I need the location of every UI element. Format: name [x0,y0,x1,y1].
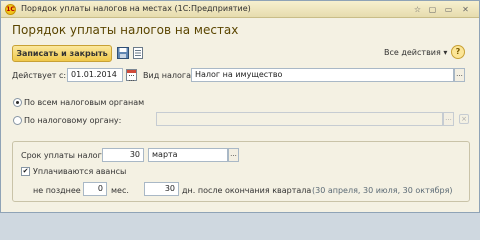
months-field[interactable]: 0 [83,182,107,196]
days-label: дн. после окончания квартала [182,186,312,195]
close-icon[interactable]: ✕ [460,4,471,15]
effective-date-label: Действует с: [12,71,67,80]
month-select-button[interactable]: ... [228,148,239,162]
radio-all-authorities-label: По всем налоговым органам [24,98,145,107]
title-bar: 1С Порядок уплаты налогов на местах (1С:… [1,1,479,18]
tax-type-field[interactable]: Налог на имущество [191,68,454,82]
restore-icon[interactable]: ▢ [427,4,438,15]
save-and-close-button[interactable]: Записать и закрыть [12,45,112,62]
days-field[interactable]: 30 [144,182,179,196]
radio-all-authorities[interactable] [13,98,22,107]
window-app-name: (1С:Предприятие) [174,4,251,13]
months-label: мес. [111,186,129,195]
tax-authority-select-button[interactable]: ... [443,112,454,126]
all-actions-menu[interactable]: Все действия ▾ [384,48,447,57]
help-button[interactable]: ? [451,45,465,59]
favorite-icon[interactable]: ☆ [412,4,423,15]
minimize-icon[interactable]: ▭ [443,4,454,15]
tax-type-select-button[interactable]: ... [454,68,465,82]
window-title-text: Порядок уплаты налогов на местах [21,4,172,13]
window: 1С Порядок уплаты налогов на местах (1С:… [0,0,480,213]
radio-one-authority[interactable] [13,116,22,125]
clear-icon[interactable]: × [459,114,469,124]
document-list-icon[interactable] [132,47,144,59]
not-later-label: не позднее [33,186,81,195]
calendar-icon[interactable] [126,69,137,81]
quarter-dates-hint: (30 апреля, 30 июля, 30 октября) [312,186,453,195]
form-title: Порядок уплаты налогов на местах [12,23,239,37]
window-title: Порядок уплаты налогов на местах (1С:Пре… [21,4,251,13]
tax-type-label: Вид налога: [143,71,194,80]
advances-checkbox[interactable]: ✔ [21,167,30,176]
save-icon[interactable] [117,47,129,59]
deadline-label: Срок уплаты налога: [21,151,110,160]
deadline-day-field[interactable]: 30 [102,148,144,162]
app-logo-icon: 1С [5,4,16,15]
tax-authority-field[interactable] [156,112,443,126]
advances-label: Уплачиваются авансы [33,167,127,176]
effective-date-field[interactable]: 01.01.2014 [67,68,123,82]
radio-one-authority-label: По налоговому органу: [24,116,122,125]
deadline-month-field[interactable]: марта [148,148,228,162]
